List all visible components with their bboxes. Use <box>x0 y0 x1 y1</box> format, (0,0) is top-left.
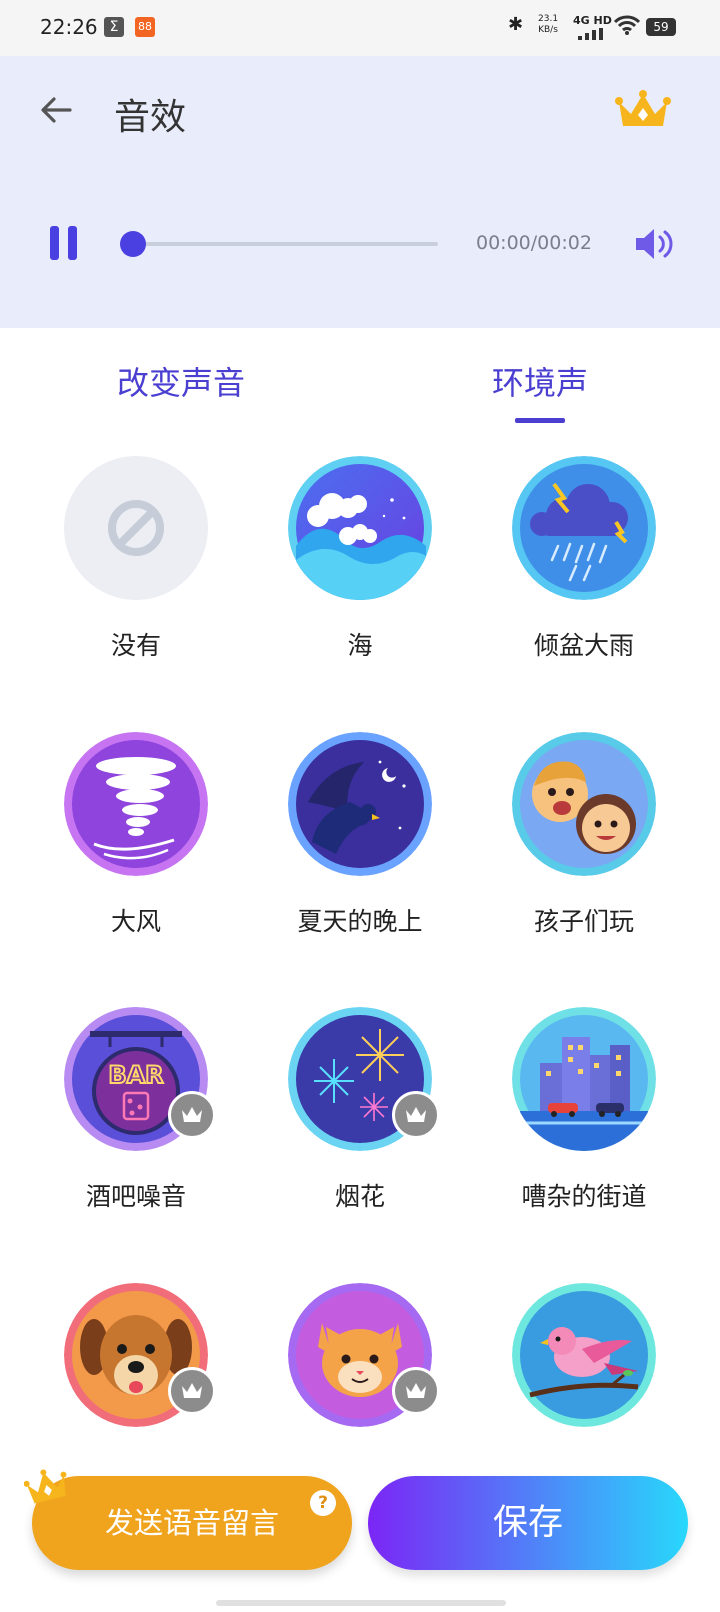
effect-item-strong-wind[interactable]: 大风 <box>24 732 248 936</box>
effect-item-heavy-rain[interactable]: 倾盆大雨 <box>472 456 696 660</box>
effect-label: 没有 <box>110 631 161 660</box>
player-header <box>0 56 720 328</box>
effect-label: 酒吧噪音 <box>85 1182 186 1211</box>
notification-app-icon: Σ <box>104 17 124 37</box>
effect-label: 海 <box>347 631 373 660</box>
premium-crown-badge <box>392 1091 440 1139</box>
premium-crown-badge <box>392 1367 440 1415</box>
signal-icon <box>578 28 603 40</box>
effect-label: 夏天的晚上 <box>297 907 423 936</box>
effect-item-summer-night[interactable]: 夏天的晚上 <box>248 732 472 936</box>
tornado-icon <box>64 732 208 876</box>
bar-sign-text: BAR <box>108 1061 163 1089</box>
crown-icon[interactable] <box>615 90 671 132</box>
network-speed: 23.1 KB/s <box>538 14 559 35</box>
effect-item-bar-noise[interactable]: BAR 酒吧噪音 <box>24 1007 248 1211</box>
effect-label: 嘈杂的街道 <box>521 1182 647 1211</box>
network-type: 4G HD <box>573 14 612 27</box>
page-title: 音效 <box>114 97 187 138</box>
save-button[interactable]: 保存 <box>368 1476 688 1570</box>
pause-button[interactable] <box>48 226 80 262</box>
crown-icon <box>182 1107 202 1122</box>
effect-label: 倾盆大雨 <box>533 631 634 660</box>
effect-item-fireworks[interactable]: 烟花 <box>248 1007 472 1211</box>
volume-icon[interactable] <box>632 224 676 264</box>
wifi-icon <box>614 15 640 35</box>
help-icon[interactable]: ? <box>310 1490 336 1516</box>
effect-item-children-playing[interactable]: 孩子们玩 <box>472 732 696 936</box>
effect-label: 大风 <box>110 907 161 936</box>
tab-active-indicator <box>515 418 565 423</box>
effect-item-sea[interactable]: 海 <box>248 456 472 660</box>
effect-label: 孩子们玩 <box>533 907 634 936</box>
noisy-street-icon <box>512 1007 656 1151</box>
tab-change-voice[interactable]: 改变声音 <box>117 358 245 404</box>
effect-item-noisy-street[interactable]: 嘈杂的街道 <box>472 1007 696 1211</box>
status-time: 22:26 <box>40 15 98 39</box>
progress-slider[interactable] <box>124 242 438 246</box>
effect-label: 烟花 <box>334 1182 385 1211</box>
crown-icon <box>24 1469 67 1504</box>
sea-waves-icon <box>288 456 432 600</box>
bird-icon <box>512 1283 656 1427</box>
tab-ambient-sound[interactable]: 环境声 <box>492 358 588 404</box>
effect-item-bird[interactable] <box>472 1283 696 1433</box>
effect-item-dog[interactable] <box>24 1283 248 1433</box>
children-playing-icon <box>512 732 656 876</box>
effect-item-none[interactable]: 没有 <box>24 456 248 660</box>
send-voice-message-button[interactable]: 发送语音留言 ? <box>32 1476 352 1570</box>
premium-crown-badge <box>168 1367 216 1415</box>
heavy-rain-icon <box>512 456 656 600</box>
effect-item-cat[interactable] <box>248 1283 472 1433</box>
battery-indicator: 59 <box>646 18 676 36</box>
back-arrow-icon[interactable] <box>38 92 74 128</box>
crown-icon <box>182 1383 202 1398</box>
status-bar: 22:26 Σ 88 ✱ 23.1 KB/s 4G HD 59 <box>0 0 720 56</box>
home-indicator <box>216 1600 506 1606</box>
send-voice-message-label: 发送语音留言 <box>104 1506 279 1540</box>
crown-icon <box>406 1107 426 1122</box>
bluetooth-icon: ✱ <box>508 14 524 35</box>
notification-app-icon-2: 88 <box>135 17 155 37</box>
playback-time: 00:00/00:02 <box>476 232 592 254</box>
premium-crown-badge <box>168 1091 216 1139</box>
none-icon <box>64 456 208 600</box>
crown-icon <box>406 1383 426 1398</box>
summer-night-icon <box>288 732 432 876</box>
